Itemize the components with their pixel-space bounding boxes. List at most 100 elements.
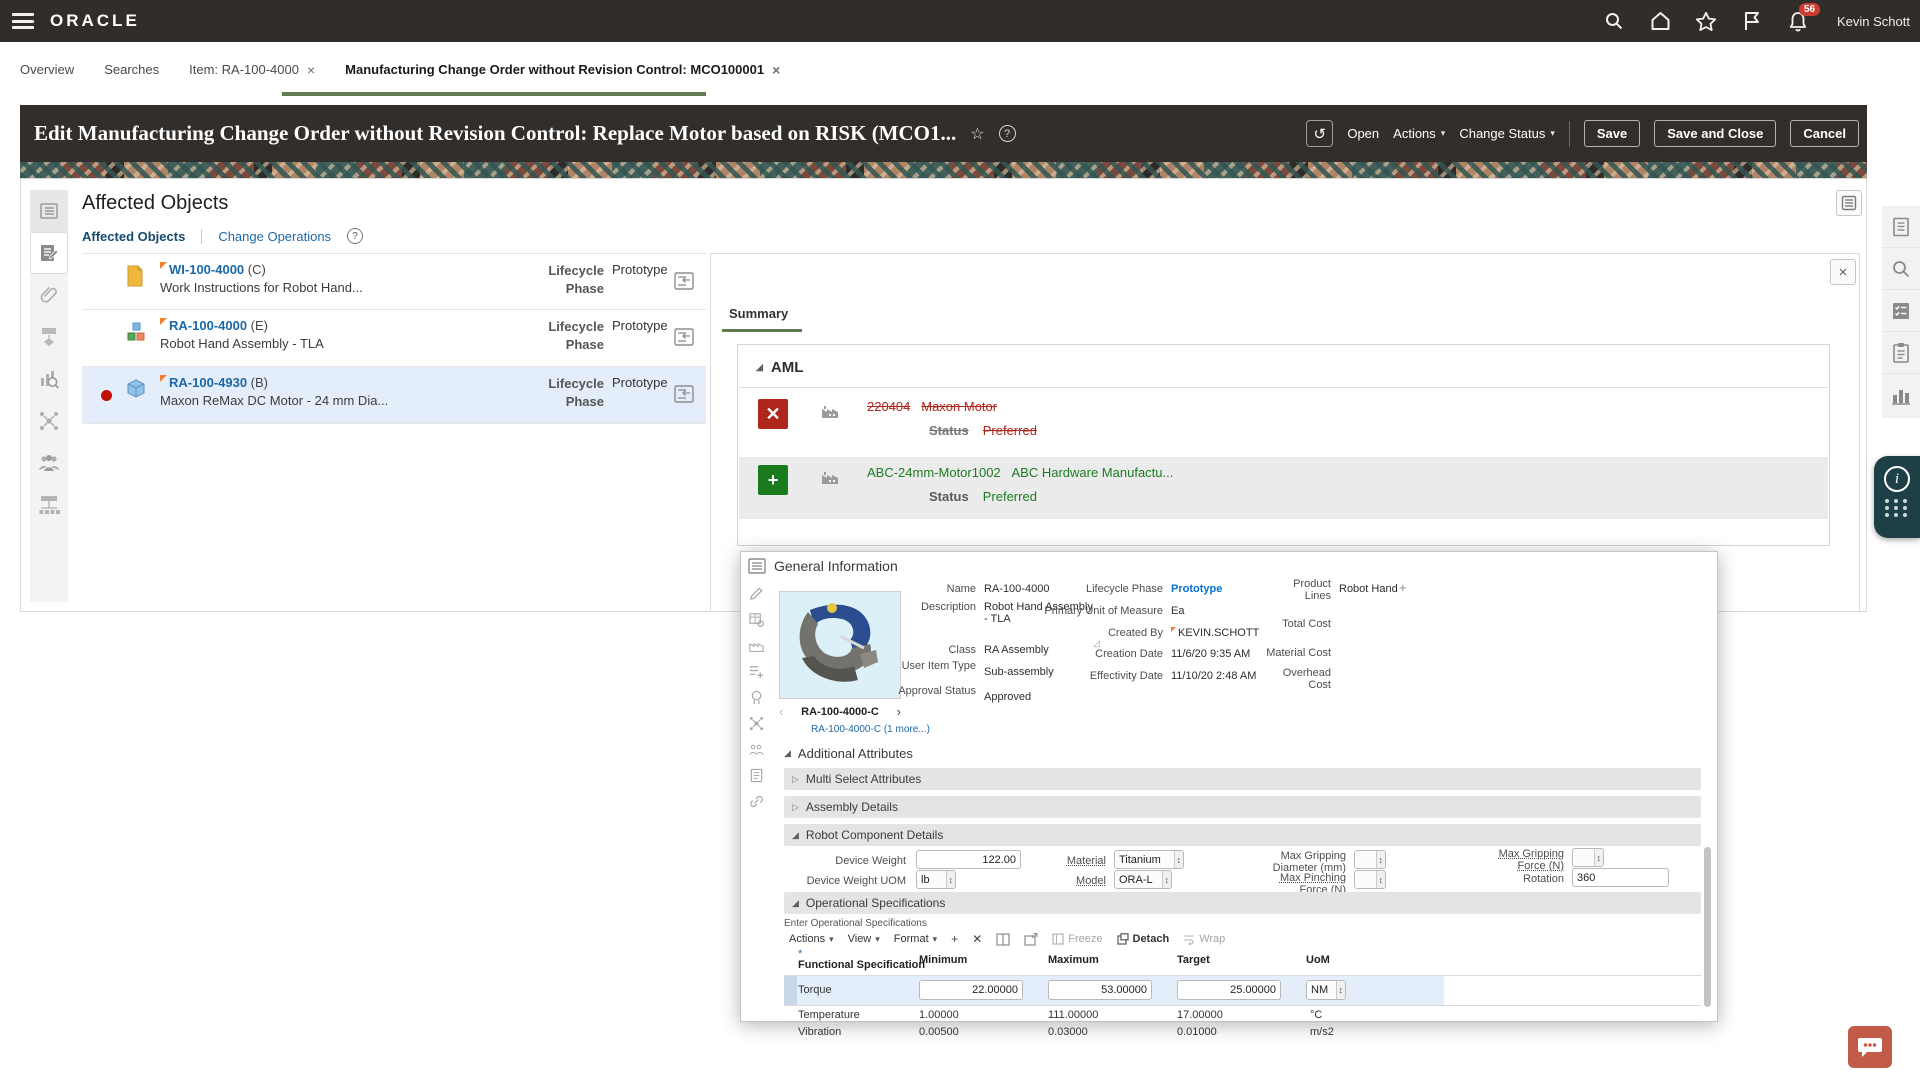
additional-attributes-header[interactable]: ◢ Additional Attributes [784, 746, 913, 761]
freeze-button[interactable]: Freeze [1052, 933, 1102, 945]
summary-tab[interactable]: Summary [729, 306, 788, 321]
multi-select-attributes-bar[interactable]: ▷ Multi Select Attributes [784, 768, 1701, 790]
add-row-icon[interactable]: + [951, 932, 958, 946]
open-side-panel-icon[interactable] [674, 328, 694, 351]
hamburger-menu-icon[interactable] [12, 13, 34, 29]
actions-menu[interactable]: Actions▾ [1393, 126, 1445, 141]
manufacturers-icon[interactable] [749, 638, 764, 653]
opspec-actions-menu[interactable]: Actions▾ [789, 933, 834, 945]
team-rail-icon[interactable] [30, 442, 68, 484]
max-pinching-force-select[interactable]: ↕ [1354, 870, 1386, 889]
tab-searches[interactable]: Searches [104, 62, 159, 77]
rotation-input[interactable] [1572, 868, 1669, 887]
export-icon[interactable] [1024, 933, 1038, 946]
more-items-link[interactable]: RA-100-4000-C (1 more...) [811, 724, 930, 735]
opspec-row-temperature[interactable]: Temperature 1.00000 111.00000 17.00000 °… [784, 1006, 1444, 1023]
column-header-minimum[interactable]: Minimum [919, 954, 967, 966]
carousel-next-icon[interactable]: › [897, 704, 901, 719]
removed-manufacturer-part[interactable]: 220404 Maxon Motor [867, 399, 997, 414]
material-select[interactable]: Titanium↕ [1114, 850, 1184, 869]
tab-item[interactable]: Item: RA-100-4000× [189, 62, 315, 78]
max-gripping-diameter-select[interactable]: ↕ [1354, 850, 1386, 869]
affected-objects-rail-icon[interactable] [30, 232, 68, 274]
tab-mco[interactable]: Manufacturing Change Order without Revis… [345, 62, 780, 78]
revert-icon-button[interactable]: ↺ [1306, 120, 1333, 147]
popup-scrollbar[interactable] [1704, 847, 1711, 1007]
detach-button[interactable]: Detach [1117, 933, 1170, 945]
side-panel-toggle-button[interactable] [1836, 190, 1862, 216]
opspec-row-vibration[interactable]: Vibration 0.00500 0.03000 0.01000 m/s2 [784, 1024, 1444, 1040]
item-link[interactable]: WI-100-4000 (C) [160, 262, 266, 277]
relationships-rail-icon[interactable] [30, 400, 68, 442]
table-settings-icon[interactable] [749, 612, 764, 627]
link-icon[interactable] [749, 794, 764, 809]
user-name[interactable]: Kevin Schott [1837, 14, 1910, 29]
workflow-rail-icon[interactable] [30, 316, 68, 358]
close-icon[interactable]: × [307, 62, 315, 78]
torque-max-input[interactable] [1048, 980, 1152, 1000]
drag-dots-icon[interactable] [1885, 499, 1909, 517]
column-header-uom[interactable]: UoM [1306, 954, 1330, 966]
tab-overview[interactable]: Overview [20, 62, 74, 77]
open-menu[interactable]: Open [1347, 126, 1379, 141]
opspec-row-torque[interactable]: Torque NM↕ [784, 976, 1444, 1005]
edit-pencil-icon[interactable] [749, 586, 764, 601]
chart-rail-icon[interactable] [1882, 374, 1920, 416]
search-rail-icon[interactable] [1882, 248, 1920, 290]
table-row-ra-100-4930[interactable]: RA-100-4930 (B) Maxon ReMax DC Motor - 2… [82, 367, 706, 424]
lifecycle-phase-value[interactable]: Prototype [1171, 583, 1222, 595]
row-selector-stub[interactable] [784, 976, 797, 1005]
list-add-icon[interactable] [749, 664, 764, 679]
item-link[interactable]: RA-100-4930 (B) [160, 375, 268, 390]
wrap-button[interactable]: Wrap [1183, 933, 1225, 945]
model-select[interactable]: ORA-L↕ [1114, 870, 1172, 889]
help-icon[interactable]: ? [999, 125, 1016, 142]
opspec-format-menu[interactable]: Format▾ [894, 933, 937, 945]
torque-min-input[interactable] [919, 980, 1023, 1000]
favorites-star-icon[interactable] [1695, 10, 1717, 32]
assembly-details-bar[interactable]: ▷ Assembly Details [784, 796, 1701, 818]
torque-target-input[interactable] [1177, 980, 1281, 1000]
aml-section-header[interactable]: ◢ AML [756, 359, 803, 376]
search-icon[interactable] [1603, 10, 1625, 32]
operational-specifications-bar[interactable]: ◢ Operational Specifications [784, 892, 1701, 914]
help-icon[interactable]: ? [347, 228, 363, 244]
relationships-icon[interactable] [749, 716, 764, 731]
add-product-line-icon[interactable]: + [1399, 580, 1407, 595]
close-panel-button[interactable]: × [1830, 259, 1856, 285]
table-row-ra-100-4000[interactable]: RA-100-4000 (E) Robot Hand Assembly - TL… [82, 310, 706, 367]
device-weight-uom-select[interactable]: lb↕ [916, 870, 956, 889]
analysis-rail-icon[interactable] [30, 358, 68, 400]
max-gripping-force-select[interactable]: ↕ [1572, 848, 1604, 867]
added-manufacturer-part[interactable]: ABC-24mm-Motor1002 ABC Hardware Manufact… [867, 465, 1173, 480]
tab-affected-objects[interactable]: Affected Objects [82, 229, 185, 244]
torque-uom-select[interactable]: NM↕ [1306, 980, 1346, 1000]
column-header-target[interactable]: Target [1177, 954, 1210, 966]
general-info-rail-icon[interactable] [30, 190, 68, 232]
notifications-bell-icon[interactable]: 56 [1787, 10, 1809, 32]
flag-icon[interactable] [1741, 10, 1763, 32]
home-icon[interactable] [1649, 10, 1671, 32]
checklist-rail-icon[interactable] [1882, 290, 1920, 332]
added-plus-icon[interactable]: + [758, 465, 788, 495]
column-header-functional-spec[interactable]: Functional Specification [798, 959, 925, 971]
save-button[interactable]: Save [1584, 120, 1640, 147]
attachments-rail-icon[interactable] [30, 274, 68, 316]
change-status-menu[interactable]: Change Status▾ [1459, 126, 1555, 141]
delete-row-icon[interactable]: ✕ [972, 932, 982, 946]
close-icon[interactable]: × [772, 62, 780, 78]
clipboard-rail-icon[interactable] [1882, 332, 1920, 374]
info-assistant-widget[interactable]: i [1874, 456, 1920, 538]
chat-button[interactable] [1848, 1026, 1892, 1068]
notes-icon[interactable] [749, 768, 764, 783]
page-info-rail-icon[interactable] [1882, 206, 1920, 248]
columns-icon[interactable] [996, 933, 1010, 946]
item-link[interactable]: RA-100-4000 (E) [160, 318, 268, 333]
carousel-prev-icon[interactable]: ‹ [779, 704, 783, 719]
favorite-star-icon[interactable]: ☆ [970, 124, 984, 144]
opspec-view-menu[interactable]: View▾ [848, 933, 880, 945]
team-icon[interactable] [749, 742, 764, 757]
robot-component-details-bar[interactable]: ◢ Robot Component Details [784, 824, 1701, 846]
tab-change-operations[interactable]: Change Operations [218, 229, 331, 244]
info-icon[interactable]: i [1884, 466, 1910, 492]
